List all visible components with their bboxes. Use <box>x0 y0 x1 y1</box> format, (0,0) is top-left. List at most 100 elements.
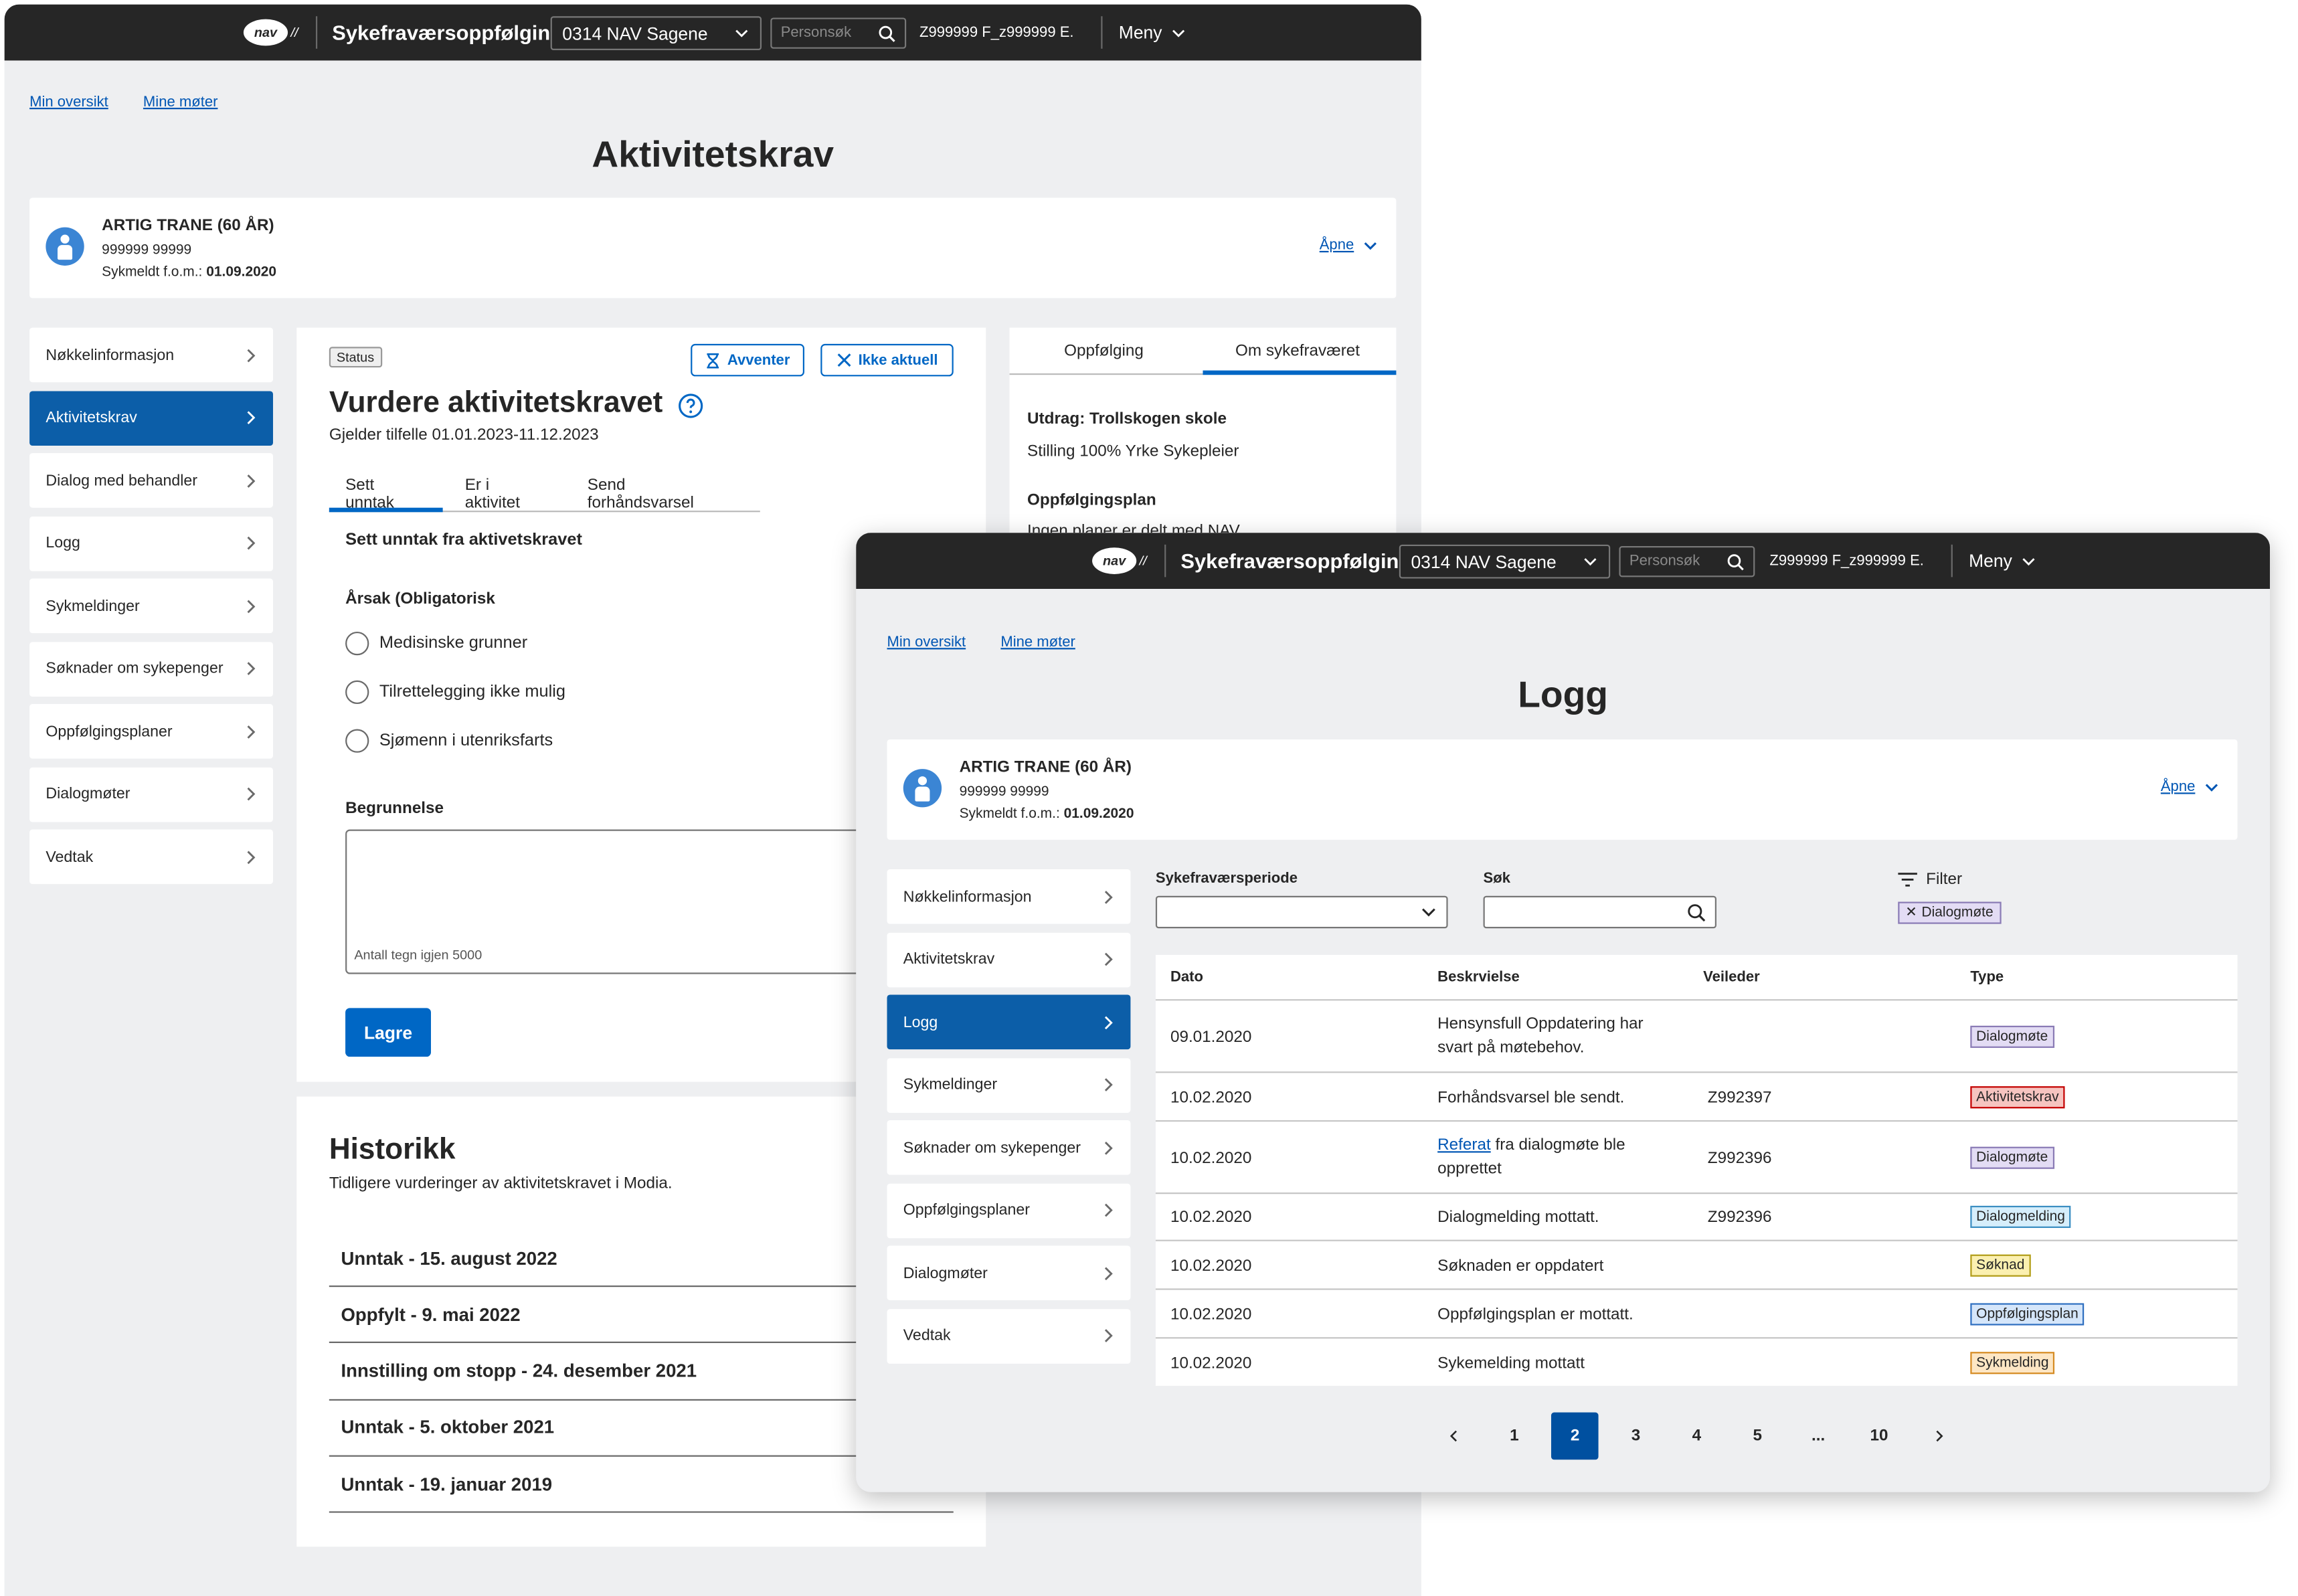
radio-sjomenn[interactable]: Sjømenn i utenriksfarts <box>345 729 553 753</box>
chevron-right-icon <box>247 787 256 801</box>
radio-medisinske-grunner[interactable]: Medisinske grunner <box>345 631 527 656</box>
sidebar-item-dialogmøter[interactable]: Dialogmøter <box>29 766 274 822</box>
excerpt-title: Utdrag: Trollskogen skole <box>1027 410 1227 428</box>
type-badge: Aktivitetskrav <box>1970 1085 2065 1108</box>
search-label: Søk <box>1483 871 1510 887</box>
filter-icon <box>1898 873 1917 887</box>
logo-mark: // <box>290 25 298 40</box>
remove-filter-icon[interactable]: ✕ <box>1905 905 1917 921</box>
breadcrumb-min-oversikt[interactable]: Min oversikt <box>29 94 108 110</box>
sidebar-item-nøkkelinformasjon[interactable]: Nøkkelinformasjon <box>29 327 274 383</box>
sidebar-item-logg[interactable]: Logg <box>29 515 274 571</box>
tab-om-sykefravaeret[interactable]: Om sykefraværet <box>1235 343 1360 360</box>
nav-logo[interactable]: nav <box>1092 547 1137 574</box>
filter-chip-dialogmote[interactable]: ✕ Dialogmøte <box>1898 901 2001 924</box>
open-person-button[interactable]: Åpne <box>1320 238 1379 254</box>
sidebar-item-label: Oppfølgingsplaner <box>46 722 173 741</box>
sidebar-item-oppfølgingsplaner[interactable]: Oppfølgingsplaner <box>887 1182 1131 1238</box>
user-id: Z999999 F_z999999 E. <box>1769 552 1924 569</box>
ikke-aktuell-button[interactable]: Ikke aktuell <box>820 343 954 377</box>
sidebar-item-label: Logg <box>903 1013 938 1031</box>
sidebar-item-logg[interactable]: Logg <box>887 994 1131 1050</box>
column-header-type[interactable]: Type <box>1970 970 2004 986</box>
sidebar-item-vedtak[interactable]: Vedtak <box>29 829 274 885</box>
search-icon[interactable] <box>1687 903 1706 923</box>
tab-er-i-aktivitet[interactable]: Er i aktivitet <box>465 476 520 512</box>
chevron-left-icon <box>1449 1430 1457 1442</box>
sidebar-item-sykmeldinger[interactable]: Sykmeldinger <box>29 578 274 634</box>
person-search-input[interactable]: Personsøk <box>770 17 907 49</box>
historikk-title: Historikk <box>329 1133 456 1166</box>
radio-tilrettelegging[interactable]: Tilrettelegging ikke mulig <box>345 680 565 705</box>
page-4-button[interactable]: 4 <box>1673 1413 1720 1460</box>
page-title: Aktivitetskrav <box>592 134 834 176</box>
page-1-button[interactable]: 1 <box>1491 1413 1538 1460</box>
sidebar-item-label: Nøkkelinformasjon <box>903 887 1032 906</box>
chevron-right-icon <box>247 536 256 550</box>
nav-logo[interactable]: nav <box>243 19 288 46</box>
radio-circle[interactable] <box>345 729 369 753</box>
previous-page-button[interactable] <box>1430 1413 1478 1460</box>
radio-circle[interactable] <box>345 631 369 656</box>
column-header-dato[interactable]: Dato <box>1170 970 1203 986</box>
unit-select[interactable]: 0314 NAV Sagene <box>550 16 762 50</box>
tab-sett-unntak[interactable]: Sett unntak <box>345 476 394 512</box>
app-title[interactable]: Sykefraværsoppfølging <box>1180 533 1411 589</box>
chevron-right-icon <box>247 411 256 424</box>
sidebar-item-dialog-med-behandler[interactable]: Dialog med behandler <box>29 453 274 508</box>
referat-link[interactable]: Referat <box>1437 1136 1491 1154</box>
avventer-button[interactable]: Avventer <box>691 343 804 377</box>
cell-description: Sykemelding mottatt <box>1437 1351 1681 1375</box>
unit-select[interactable]: 0314 NAV Sagene <box>1399 544 1611 579</box>
page-3-button[interactable]: 3 <box>1612 1413 1660 1460</box>
sidebar-item-vedtak[interactable]: Vedtak <box>887 1308 1131 1363</box>
table-row: 10.02.2020 Oppfølgingsplan er mottatt. Opp… <box>1155 1288 2238 1337</box>
tab-send-forhandsvarsel[interactable]: Send forhåndsvarsel <box>588 476 694 512</box>
sidebar-item-søknader-om-sykepenger[interactable]: Søknader om sykepenger <box>887 1120 1131 1175</box>
open-person-button[interactable]: Åpne <box>2161 780 2220 796</box>
filter-button[interactable]: Filter <box>1898 871 1962 889</box>
sidebar-item-aktivitetskrav[interactable]: Aktivitetskrav <box>887 932 1131 987</box>
open-label: Åpne <box>1319 238 1354 254</box>
sidebar-item-nøkkelinformasjon[interactable]: Nøkkelinformasjon <box>887 869 1131 924</box>
historikk-subtitle: Tidligere vurderinger av aktivitetskrave… <box>329 1174 673 1193</box>
help-icon[interactable] <box>677 393 704 420</box>
menu-button[interactable]: Meny <box>1969 533 2037 589</box>
page-10-button[interactable]: 10 <box>1856 1413 1903 1460</box>
person-icon <box>903 769 942 808</box>
person-search-input[interactable]: Personsøk <box>1619 546 1755 578</box>
radio-circle[interactable] <box>345 680 369 705</box>
sidebar-item-dialogmøter[interactable]: Dialogmøter <box>887 1245 1131 1301</box>
cell-description-text: Hensynsfull Oppdatering har svart på møt… <box>1437 1015 1644 1057</box>
breadcrumb-mine-moter[interactable]: Mine møter <box>1000 634 1075 650</box>
sidebar-item-søknader-om-sykepenger[interactable]: Søknader om sykepenger <box>29 641 274 696</box>
page-2-button[interactable]: 2 <box>1551 1412 1599 1460</box>
search-icon[interactable] <box>1727 553 1744 570</box>
page-5-button[interactable]: 5 <box>1734 1413 1781 1460</box>
sidebar-item-sykmeldinger[interactable]: Sykmeldinger <box>887 1057 1131 1112</box>
chevron-right-icon <box>247 724 256 738</box>
sidebar-item-oppfølgingsplaner[interactable]: Oppfølgingsplaner <box>29 704 274 759</box>
app-title[interactable]: Sykefraværsoppfølging <box>332 5 563 61</box>
active-tab-indicator <box>329 507 443 513</box>
next-page-button[interactable] <box>1916 1413 1963 1460</box>
chevron-right-icon <box>1104 1329 1113 1342</box>
cell-description: Hensynsfull Oppdatering har svart på møt… <box>1437 1012 1681 1060</box>
table-row: 10.02.2020 Sykemelding mottatt Sykmelding <box>1155 1337 2238 1386</box>
column-header-beskrivelse[interactable]: Beskrvielse <box>1437 970 1520 986</box>
column-header-veileder[interactable]: Veileder <box>1703 970 1760 986</box>
window-logg: nav // Sykefraværsoppfølging 0314 NAV Sa… <box>856 533 2271 1492</box>
chevron-right-icon <box>1104 890 1113 903</box>
period-select[interactable] <box>1155 895 1448 929</box>
menu-button[interactable]: Meny <box>1119 5 1187 61</box>
plan-title: Oppfølgingsplan <box>1027 491 1156 509</box>
vurdere-subheading: Gjelder tilfelle 01.01.2023-11.12.2023 <box>329 426 599 444</box>
save-button[interactable]: Lagre <box>345 1008 432 1057</box>
tab-oppfolging[interactable]: Oppfølging <box>1064 343 1144 360</box>
search-icon[interactable] <box>878 24 895 41</box>
sidebar-item-label: Aktivitetskrav <box>903 950 995 968</box>
breadcrumb-min-oversikt[interactable]: Min oversikt <box>887 634 966 650</box>
log-search-input[interactable] <box>1483 895 1716 929</box>
breadcrumb-mine-moter[interactable]: Mine møter <box>143 94 218 110</box>
sidebar-item-aktivitetskrav[interactable]: Aktivitetskrav <box>29 390 274 445</box>
